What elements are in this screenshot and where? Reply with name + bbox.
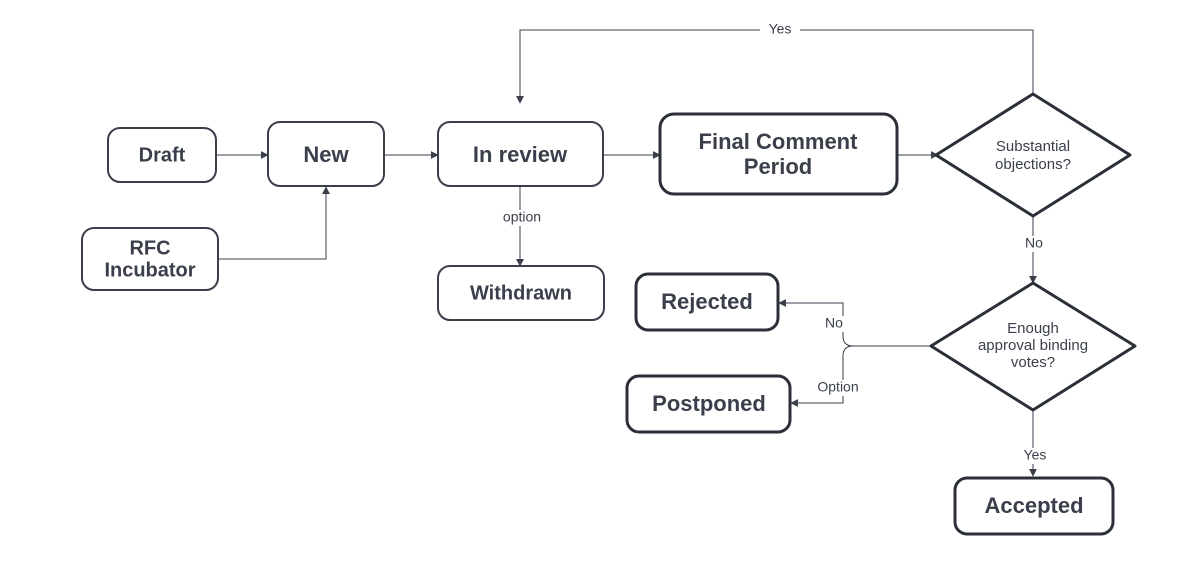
node-fcp-label1: Final Comment (699, 129, 859, 154)
node-draft-label: Draft (139, 144, 186, 166)
edge-label-option-post: Option (817, 379, 858, 395)
node-enough-label3: votes? (1011, 354, 1055, 371)
node-substantial-label2: objections? (995, 156, 1071, 173)
edge-enough-rejected (779, 303, 935, 346)
node-postponed-label: Postponed (652, 391, 766, 416)
edge-label-no-mid: No (1025, 235, 1043, 251)
node-enough-label1: Enough (1007, 320, 1059, 337)
edge-incubator-new (218, 187, 326, 259)
edge-label-no-rej: No (825, 315, 843, 331)
node-rfc-incubator-label1: RFC (129, 237, 170, 259)
edge-label-yes-acc: Yes (1024, 447, 1047, 463)
node-rfc-incubator-label2: Incubator (104, 259, 195, 281)
flowchart-diagram: Yes option No No Option Yes Draft RFC In… (0, 0, 1190, 571)
node-new-label: New (303, 142, 349, 167)
node-substantial-label1: Substantial (996, 138, 1070, 155)
edge-label-option: option (503, 209, 541, 225)
node-enough-label2: approval binding (978, 337, 1088, 354)
node-in-review-label: In review (473, 142, 568, 167)
node-rejected-label: Rejected (661, 289, 753, 314)
edge-substantial-yes (520, 30, 1033, 103)
node-fcp-label2: Period (744, 154, 812, 179)
edge-label-yes-top: Yes (769, 21, 792, 37)
node-withdrawn-label: Withdrawn (470, 282, 572, 304)
node-accepted-label: Accepted (984, 493, 1083, 518)
